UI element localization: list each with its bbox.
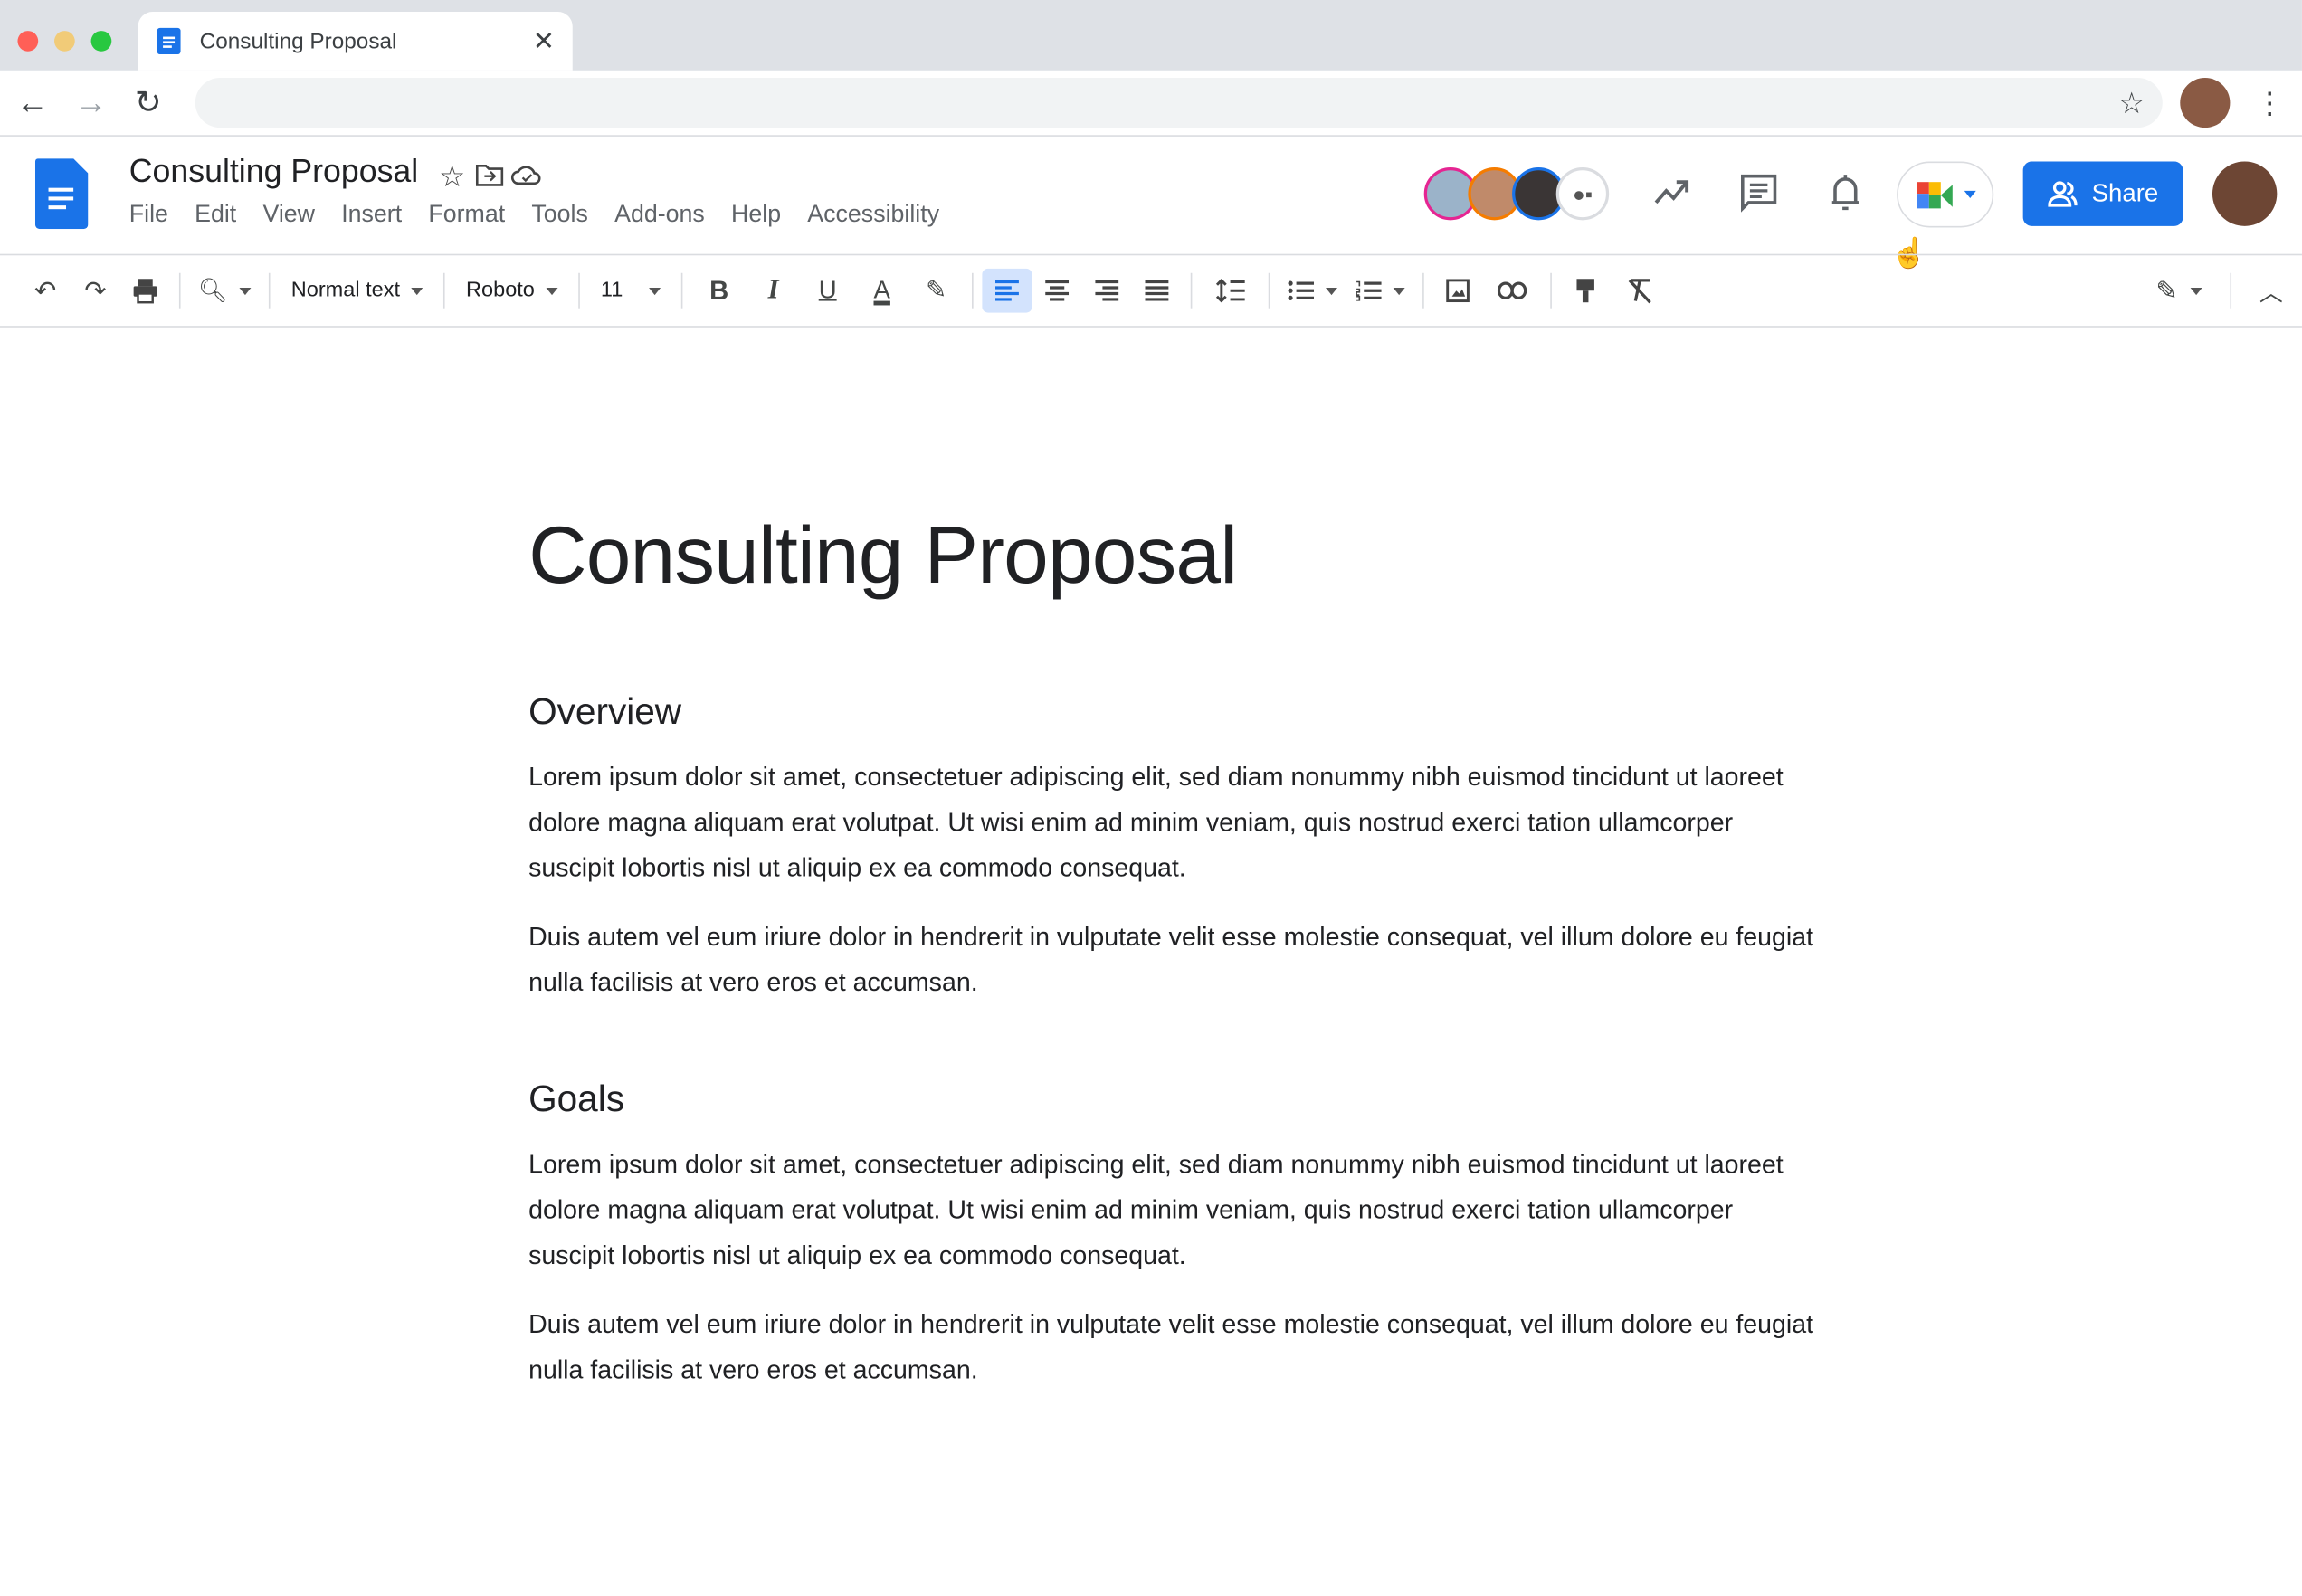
menu-tools[interactable]: Tools [531,201,588,229]
bulleted-list-icon [1288,280,1315,300]
bookmark-star-icon[interactable]: ☆ [2114,85,2149,120]
underline-icon[interactable]: U [801,269,855,313]
paragraph-style-value: Normal text [290,279,401,303]
divider [178,272,181,309]
menu-accessibility[interactable]: Accessibility [807,201,939,229]
close-tab-icon[interactable]: ✕ [533,25,555,56]
divider [972,272,975,309]
align-right-icon[interactable] [1082,269,1132,313]
print-icon[interactable] [120,269,170,313]
notifications-bell-icon[interactable] [1830,172,1862,213]
star-icon[interactable]: ☆ [439,158,465,195]
divider [578,272,581,309]
more-collaborators-icon[interactable]: ●▪ [1555,166,1610,221]
menu-format[interactable]: Format [428,201,505,229]
reload-icon[interactable]: ↻ [130,83,166,120]
paragraph[interactable]: Duis autem vel eum iriure dolor in hendr… [528,915,1821,1006]
text-color-icon[interactable]: A [855,269,909,313]
move-folder-icon[interactable] [475,163,505,186]
maximize-window-button[interactable] [90,31,112,52]
minimize-window-button[interactable] [54,31,75,52]
font-value: Roboto [466,279,535,303]
divider [1550,272,1553,309]
section-heading[interactable]: Goals [528,1078,624,1121]
justify-icon[interactable] [1132,269,1182,313]
menu-insert[interactable]: Insert [341,201,402,229]
formatting-toolbar: ↶ ↷ 🔍︎ Normal text Roboto 11 B I U A ✎ ✎… [0,253,2302,328]
menu-edit[interactable]: Edit [195,201,236,229]
clear-formatting-icon[interactable] [1611,269,1669,313]
meet-button[interactable] [1897,161,1994,228]
zoom-dropdown[interactable]: 🔍︎ [189,269,260,313]
browser-window: Consulting Proposal ✕ ← → ↻ ☆ ⋮ Consulti… [0,0,2302,1596]
menu-file[interactable]: File [129,201,168,229]
numbered-list-icon [1356,280,1383,301]
paragraph[interactable]: Lorem ipsum dolor sit amet, consectetuer… [528,755,1821,891]
font-size-dropdown[interactable]: 11 [589,269,673,313]
browser-menu-icon[interactable]: ⋮ [2255,85,2284,120]
share-label: Share [2091,178,2159,207]
highlight-color-icon[interactable]: ✎ [909,269,964,313]
pencil-icon: ✎ [2155,275,2178,305]
font-dropdown[interactable]: Roboto [454,269,570,313]
divider [1191,272,1193,309]
bulleted-list-dropdown[interactable] [1279,269,1347,313]
numbered-list-dropdown[interactable] [1346,269,1414,313]
activity-trend-icon[interactable] [1653,176,1691,209]
divider [1422,272,1425,309]
align-center-icon[interactable] [1032,269,1082,313]
insert-link-icon[interactable] [1483,269,1542,313]
paint-format-icon[interactable] [1561,269,1611,313]
paragraph[interactable]: Duis autem vel eum iriure dolor in hendr… [528,1302,1821,1393]
bold-icon[interactable]: B [692,269,747,313]
line-spacing-icon[interactable] [1202,269,1260,313]
font-size-value: 11 [600,279,623,303]
menu-bar: File Edit View Insert Format Tools Add-o… [129,201,966,229]
tab-title: Consulting Proposal [199,28,397,54]
divider [269,272,271,309]
docs-logo-icon[interactable] [34,158,89,230]
divider [443,272,446,309]
italic-icon[interactable]: I [747,269,801,313]
address-bar[interactable] [195,77,2163,128]
divider [681,272,683,309]
people-icon [2047,181,2078,207]
comments-icon[interactable] [1740,173,1778,214]
browser-tab[interactable]: Consulting Proposal ✕ [138,11,573,71]
menu-view[interactable]: View [262,201,315,229]
browser-profile-avatar[interactable] [2180,77,2231,128]
section-heading[interactable]: Overview [528,691,681,734]
meet-dropdown-icon [1964,190,1976,199]
close-window-button[interactable] [17,31,39,52]
paragraph-style-dropdown[interactable]: Normal text [280,269,435,313]
insert-image-icon[interactable] [1433,269,1483,313]
back-icon[interactable]: ← [14,83,50,120]
account-avatar[interactable] [2212,161,2278,226]
meet-icon [1917,181,1953,208]
align-left-icon[interactable] [982,268,1033,313]
menu-addons[interactable]: Add-ons [614,201,705,229]
share-button[interactable]: Share [2022,161,2183,226]
forward-icon[interactable]: → [73,83,109,120]
zoom-icon: 🔍︎ [198,279,228,304]
redo-icon[interactable]: ↷ [71,269,120,313]
document-heading[interactable]: Consulting Proposal [528,508,1238,602]
editing-mode-dropdown[interactable]: ✎ [2142,269,2215,313]
collapse-menus-icon[interactable]: ︿ [2246,269,2296,313]
divider [1269,272,1270,309]
document-title[interactable]: Consulting Proposal [129,153,418,191]
divider [2230,272,2232,309]
paragraph[interactable]: Lorem ipsum dolor sit amet, consectetuer… [528,1142,1821,1278]
docs-favicon-icon [157,27,181,55]
menu-help[interactable]: Help [731,201,781,229]
undo-icon[interactable]: ↶ [21,269,71,313]
cloud-saved-icon[interactable] [510,163,544,186]
